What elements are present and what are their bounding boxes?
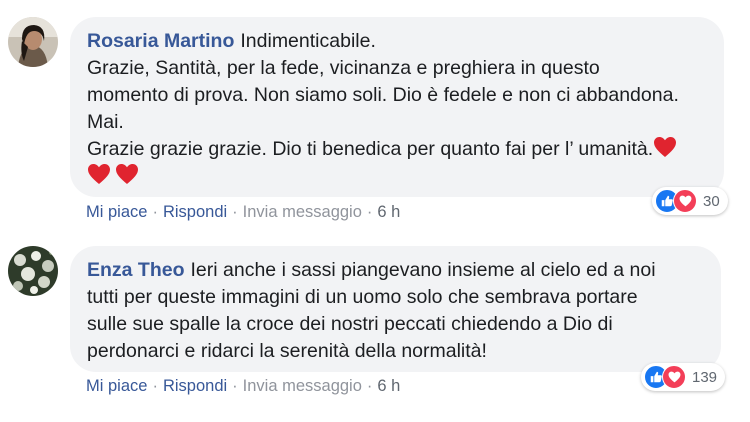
separator: · bbox=[232, 377, 238, 395]
like-link[interactable]: Mi piace bbox=[86, 377, 147, 395]
reaction-count: 30 bbox=[703, 192, 720, 210]
separator: · bbox=[152, 203, 158, 221]
heart-emoji-icon bbox=[654, 137, 677, 157]
separator: · bbox=[232, 203, 238, 221]
comment-text-line: Indimenticabile. bbox=[240, 30, 376, 52]
love-icon bbox=[673, 189, 697, 213]
comment-actions: Mi piace · Rispondi · Invia messaggio · 6 h bbox=[86, 203, 400, 222]
reply-link[interactable]: Rispondi bbox=[163, 377, 227, 395]
comment-text-line: Grazie grazie grazie. Dio ti benedica pe… bbox=[87, 136, 706, 163]
comment-author[interactable]: Enza Theo bbox=[87, 259, 185, 281]
comment-bubble: Rosaria Martino Indimenticabile. Grazie, … bbox=[70, 17, 724, 197]
love-icon bbox=[662, 365, 686, 389]
comment-text-line: Ieri anche i sassi piangevano insieme al… bbox=[190, 259, 656, 281]
comment-text-line: Mai. bbox=[87, 111, 124, 133]
comment-bubble: Enza Theo Ieri anche i sassi piangevano i… bbox=[70, 246, 721, 372]
reaction-summary[interactable]: 30 bbox=[652, 187, 728, 215]
reply-link[interactable]: Rispondi bbox=[163, 203, 227, 221]
separator: · bbox=[152, 377, 158, 395]
separator: · bbox=[366, 203, 373, 221]
heart-emoji-icon bbox=[88, 164, 110, 184]
comment-text: Grazie grazie grazie. Dio ti benedica pe… bbox=[87, 138, 654, 160]
comment-text-line: perdonarci e ridarci la serenità della n… bbox=[87, 340, 487, 362]
comment-timestamp[interactable]: 6 h bbox=[377, 377, 400, 395]
comment-text-line bbox=[87, 163, 706, 190]
comment-timestamp[interactable]: 6 h bbox=[377, 203, 400, 221]
comment-text-line: momento di prova. Non siamo soli. Dio è … bbox=[87, 84, 679, 106]
like-link[interactable]: Mi piace bbox=[86, 203, 147, 221]
comment-text-line: sulle sue spalle la croce dei nostri pec… bbox=[87, 313, 613, 335]
separator: · bbox=[366, 377, 373, 395]
send-message-link[interactable]: Invia messaggio bbox=[243, 203, 362, 221]
reaction-summary[interactable]: 139 bbox=[641, 363, 726, 391]
comment-author[interactable]: Rosaria Martino bbox=[87, 30, 234, 52]
comment-text-line: tutti per queste immagini di un uomo sol… bbox=[87, 286, 638, 308]
avatar[interactable] bbox=[8, 17, 58, 67]
comment-text-line: Grazie, Santità, per la fede, vicinanza … bbox=[87, 57, 600, 79]
comment-actions: Mi piace · Rispondi · Invia messaggio · 6 h bbox=[86, 377, 400, 396]
heart-emoji-icon bbox=[116, 164, 138, 184]
send-message-link[interactable]: Invia messaggio bbox=[243, 377, 362, 395]
avatar[interactable] bbox=[8, 246, 58, 296]
reaction-count: 139 bbox=[692, 368, 718, 386]
